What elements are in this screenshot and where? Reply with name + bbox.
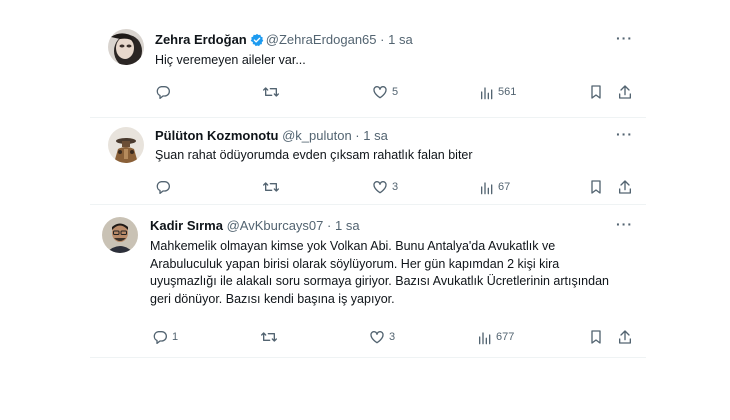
author-name[interactable]: Pülüton Kozmonotu [155,128,278,143]
views-count: 561 [498,86,517,98]
more-icon[interactable]: ··· [616,30,633,46]
views-button[interactable]: 67 [480,178,510,196]
views-button[interactable]: 677 [478,328,514,346]
like-count: 3 [389,331,396,343]
reply-icon [156,181,170,194]
timestamp[interactable]: · 1 sa [355,128,388,143]
reply-count: 1 [172,331,179,343]
tweet-header: Zehra Erdoğan @ZehraErdogan65 · 1 sa [155,32,413,51]
tweet-header: Pülüton Kozmonotu @k_puluton · 1 sa [155,128,388,144]
avatar[interactable] [108,29,144,65]
share-button[interactable] [617,328,633,346]
bookmark-icon [591,85,601,99]
retweet-button[interactable] [260,328,278,346]
avatar[interactable] [102,217,138,253]
bookmark-icon [591,180,601,194]
tweet-text: Hiç veremeyen aileler var... [155,53,306,67]
heart-icon [370,331,384,344]
author-name[interactable]: Kadir Sırma [150,218,223,233]
verified-badge-icon [250,33,264,51]
tweet-text: Mahkemelik olmayan kimse yok Volkan Abi.… [150,239,609,306]
reply-button[interactable] [155,178,175,196]
like-button[interactable]: 3 [372,178,398,196]
tweet-header: Kadir Sırma @AvKburcays07 · 1 sa [150,218,360,234]
share-icon [619,180,631,194]
tweet-card[interactable]: Zehra Erdoğan @ZehraErdogan65 · 1 sa ··· … [90,14,646,118]
share-icon [619,330,631,344]
heart-icon [373,181,387,194]
retweet-icon [262,182,279,192]
bookmark-icon [591,330,601,344]
like-count: 5 [392,86,399,98]
views-count: 67 [498,181,511,193]
views-icon [480,87,493,100]
retweet-icon [262,87,279,97]
author-name[interactable]: Zehra Erdoğan [155,32,247,47]
retweet-button[interactable] [262,178,280,196]
author-handle[interactable]: @AvKburcays07 [227,218,324,233]
reply-button[interactable]: 1 [152,328,178,346]
tweet-card[interactable]: Pülüton Kozmonotu @k_puluton · 1 sa ··· … [90,119,646,205]
views-button[interactable]: 561 [480,83,516,101]
retweet-icon [260,332,277,342]
timestamp[interactable]: · 1 sa [380,32,413,47]
views-icon [478,332,491,345]
reply-icon [153,331,167,344]
bookmark-button[interactable] [589,328,603,346]
reply-button[interactable] [155,83,175,101]
heart-icon [373,86,387,99]
bookmark-button[interactable] [589,178,603,196]
bookmark-button[interactable] [589,83,603,101]
like-count: 3 [392,181,399,193]
reply-icon [156,86,170,99]
tweet-card[interactable]: Kadir Sırma @AvKburcays07 · 1 sa ··· Mah… [90,206,646,358]
author-handle[interactable]: @ZehraErdogan65 [266,32,377,47]
retweet-button[interactable] [262,83,280,101]
more-icon[interactable]: ··· [616,126,633,142]
views-icon [480,182,493,195]
like-button[interactable]: 3 [369,328,395,346]
timestamp[interactable]: · 1 sa [327,218,360,233]
share-button[interactable] [617,83,633,101]
author-handle[interactable]: @k_puluton [282,128,352,143]
like-button[interactable]: 5 [372,83,398,101]
avatar[interactable] [108,127,144,163]
views-count: 677 [496,331,515,343]
tweet-text: Şuan rahat ödüyorumda evden çıksam rahat… [155,148,473,162]
share-button[interactable] [617,178,633,196]
share-icon [619,85,631,99]
more-icon[interactable]: ··· [616,216,633,232]
